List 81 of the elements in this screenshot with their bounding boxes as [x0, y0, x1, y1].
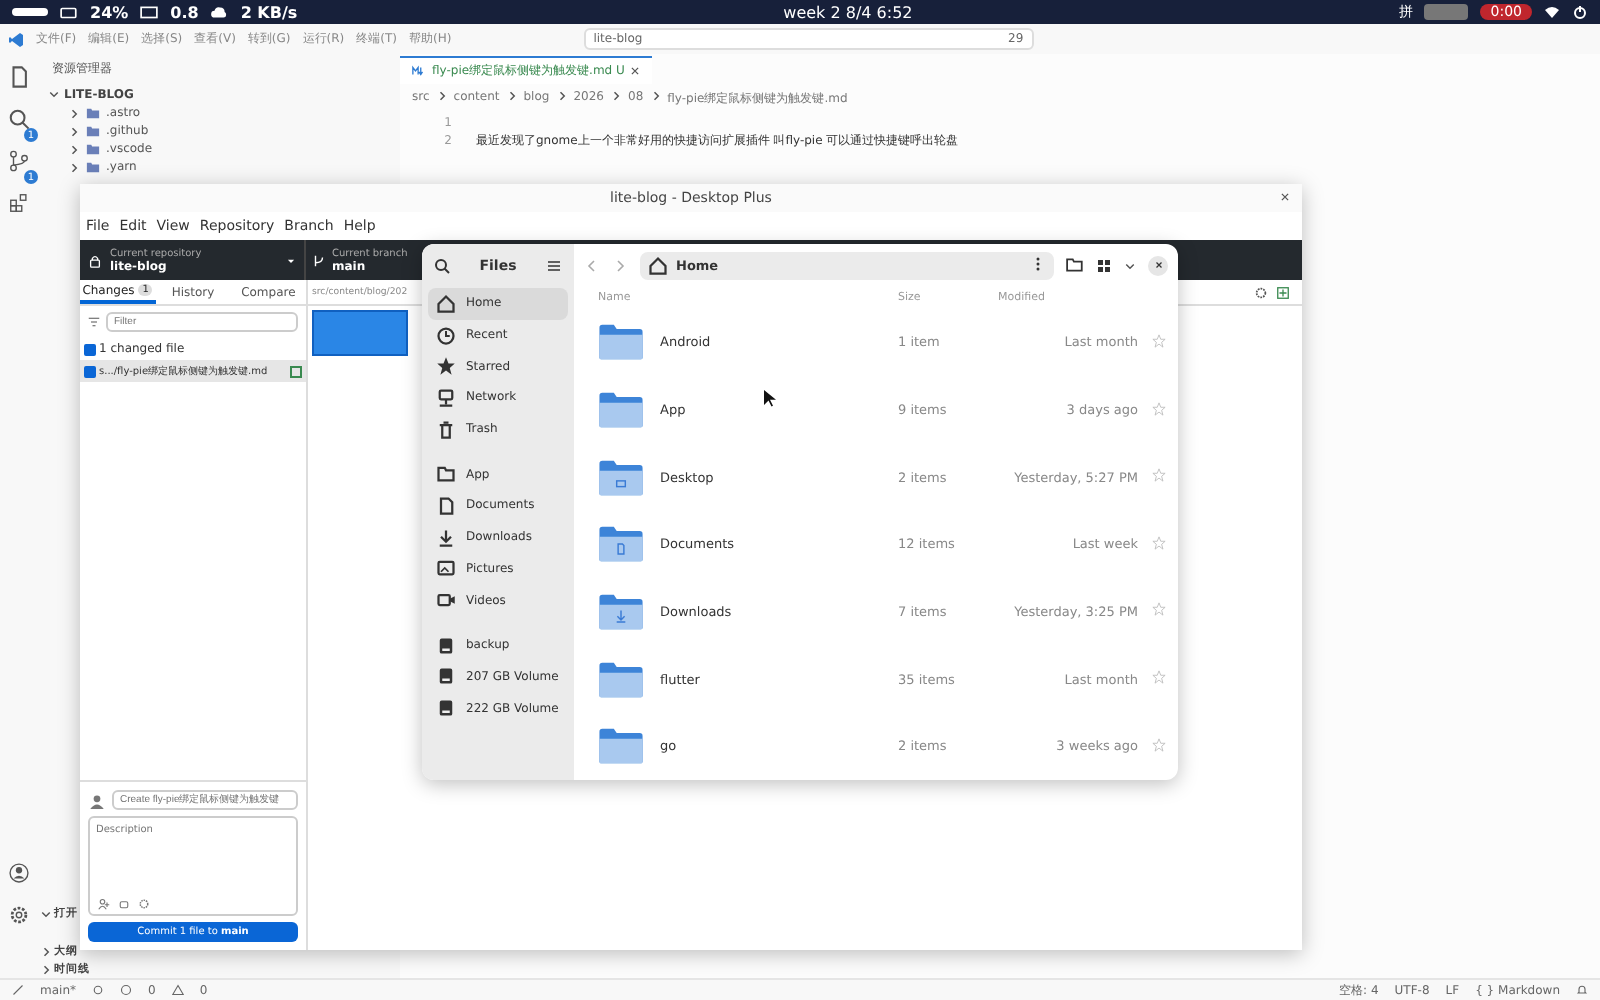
folder-icon — [598, 589, 644, 634]
star-icon — [1151, 737, 1165, 752]
folder-icon — [598, 657, 644, 702]
power-icon — [1572, 4, 1588, 20]
folder-icon — [598, 388, 644, 433]
star-icon — [1151, 670, 1165, 685]
network-speed: 2 KB/s — [240, 3, 298, 21]
network-icon — [436, 387, 456, 408]
mouse-pointer — [764, 390, 776, 408]
close-button[interactable] — [1148, 255, 1168, 276]
avatar-icon — [88, 791, 106, 809]
home-icon — [648, 255, 668, 276]
chevron-icon — [610, 90, 622, 102]
settings-icon — [1254, 285, 1268, 299]
warning-icon — [171, 984, 184, 996]
back-icon — [584, 257, 600, 274]
video-icon — [436, 590, 456, 611]
wifi-icon — [1544, 4, 1560, 20]
extensions-icon — [7, 192, 29, 214]
drive-icon — [436, 635, 456, 656]
expand-icon — [1276, 285, 1290, 299]
added-icon — [290, 365, 302, 377]
cloud-icon — [210, 3, 229, 21]
checkbox[interactable] — [84, 343, 96, 355]
chevron-icon — [505, 90, 518, 102]
folder-icon — [598, 320, 644, 365]
files-icon — [7, 66, 29, 88]
sync-icon — [92, 984, 104, 996]
chevron-icon — [435, 90, 448, 102]
trash-icon — [436, 419, 456, 440]
checkbox[interactable] — [84, 365, 96, 377]
chevron-icon — [649, 90, 662, 102]
close-icon — [630, 66, 641, 76]
settings-icon — [138, 898, 150, 910]
caret-icon — [286, 255, 296, 265]
drive-icon — [436, 698, 456, 719]
forward-icon — [612, 257, 628, 274]
close-icon — [1280, 192, 1290, 202]
folder-icon — [436, 464, 456, 485]
vscode-logo-icon — [8, 31, 24, 47]
folder-icon — [598, 455, 644, 500]
menu-icon — [546, 258, 562, 274]
add-coauthor-icon — [98, 898, 110, 910]
clock[interactable]: week 2 8/4 6:52 — [309, 3, 1387, 21]
document-icon — [436, 495, 456, 516]
grid-view-icon — [1096, 257, 1112, 274]
star-icon — [1151, 333, 1165, 348]
folder-icon — [598, 724, 644, 769]
search-icon — [434, 258, 450, 274]
chevron-icon — [1124, 259, 1136, 272]
star-icon — [1151, 602, 1165, 617]
markdown-icon — [412, 64, 426, 78]
star-icon — [436, 356, 456, 377]
bell-icon — [1576, 984, 1588, 996]
new-folder-icon — [1066, 256, 1084, 275]
workspace-indicator[interactable] — [12, 8, 48, 16]
search-icon — [7, 108, 29, 130]
lock-icon — [88, 253, 102, 267]
star-icon — [1151, 468, 1165, 483]
battery-icon — [60, 3, 78, 21]
error-icon — [120, 984, 132, 996]
star-icon — [1151, 401, 1165, 416]
download-icon — [436, 527, 456, 548]
source-control-icon — [7, 150, 29, 172]
remote-icon — [12, 984, 24, 996]
filter-icon — [88, 316, 100, 328]
battery-level: 24% — [90, 3, 129, 21]
close-icon — [1153, 260, 1163, 271]
chevron-icon — [555, 90, 568, 102]
cpu-load: 0.8 — [170, 3, 199, 21]
tray-widget[interactable] — [1424, 4, 1469, 20]
monitor-icon — [140, 3, 159, 21]
home-icon — [436, 293, 456, 314]
drive-icon — [436, 666, 456, 687]
clock-icon — [436, 325, 456, 346]
settings-icon — [7, 904, 29, 926]
folder-icon — [598, 522, 644, 567]
image-icon — [436, 558, 456, 579]
account-icon — [7, 862, 29, 884]
star-icon — [1151, 535, 1165, 550]
branch-icon — [312, 253, 326, 267]
